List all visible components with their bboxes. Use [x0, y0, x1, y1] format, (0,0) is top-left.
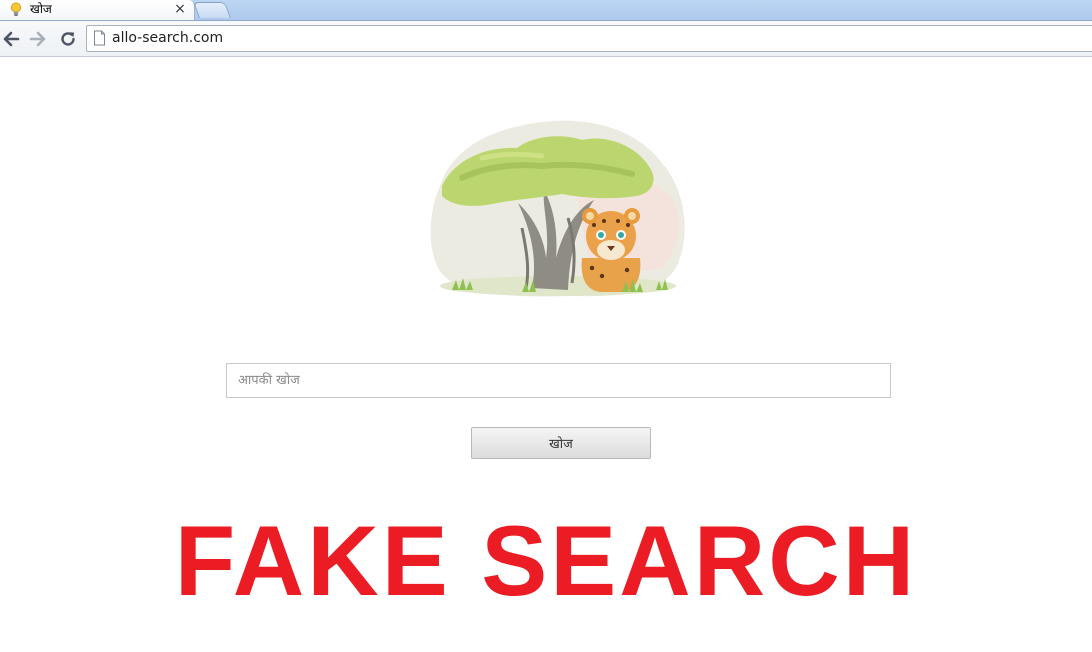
page-icon — [94, 30, 105, 46]
fake-search-overlay: FAKE SEARCH — [174, 505, 918, 616]
logo-tree-leopard — [430, 120, 685, 297]
close-icon[interactable]: × — [172, 0, 188, 18]
search-button[interactable]: खोज — [471, 427, 651, 459]
tab-title: खोज — [30, 2, 52, 16]
forward-arrow-icon — [29, 31, 46, 47]
search-input[interactable] — [226, 363, 891, 398]
browser-toolbar: allo-search.com — [0, 21, 1092, 57]
tab-strip: खोज × — [0, 0, 1092, 21]
lightbulb-icon — [11, 2, 21, 16]
reload-icon — [61, 32, 75, 46]
back-arrow-icon — [3, 31, 20, 47]
leopard-figure — [581, 208, 641, 292]
forward-button[interactable] — [27, 28, 49, 50]
url-text: allo-search.com — [112, 30, 224, 46]
address-bar[interactable]: allo-search.com — [86, 25, 1092, 52]
reload-button[interactable] — [57, 28, 79, 50]
new-tab-icon[interactable] — [193, 2, 231, 18]
back-button[interactable] — [0, 28, 22, 50]
tab-active[interactable]: खोज × — [0, 0, 195, 20]
